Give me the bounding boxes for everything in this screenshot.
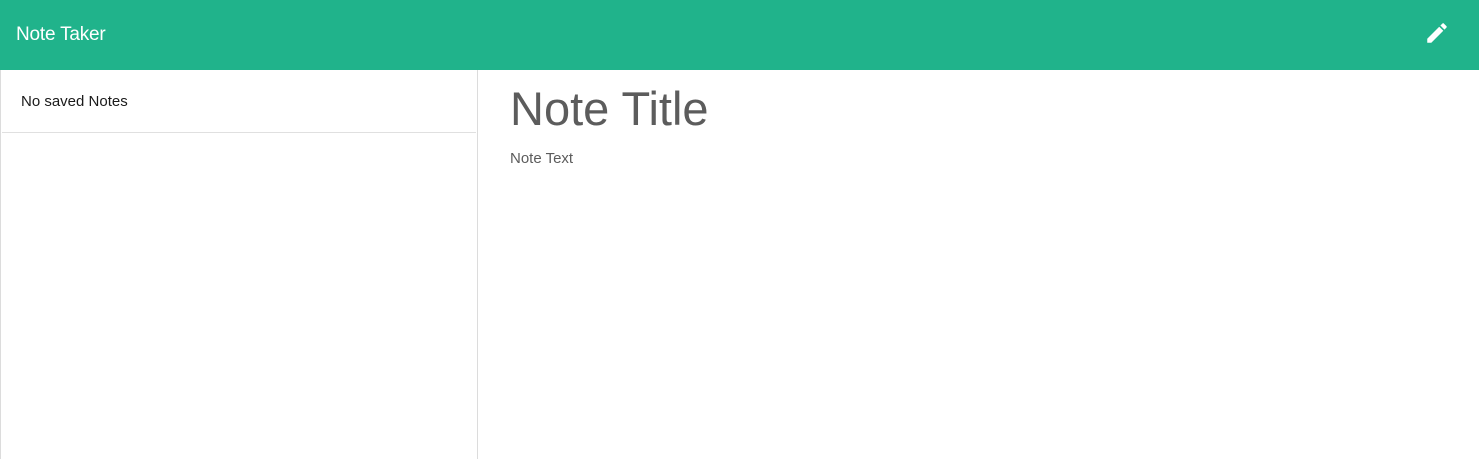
list-item: No saved Notes [2,70,476,133]
empty-notes-label: No saved Notes [21,92,128,110]
app-title[interactable]: Note Taker [16,24,106,46]
notes-sidebar: No saved Notes [0,70,478,459]
new-note-button[interactable] [1420,18,1454,52]
note-title-input[interactable] [510,78,1430,138]
note-text-input[interactable] [510,150,1430,430]
note-editor [478,70,1479,459]
navbar: Note Taker [0,0,1479,70]
pencil-icon [1424,20,1450,51]
